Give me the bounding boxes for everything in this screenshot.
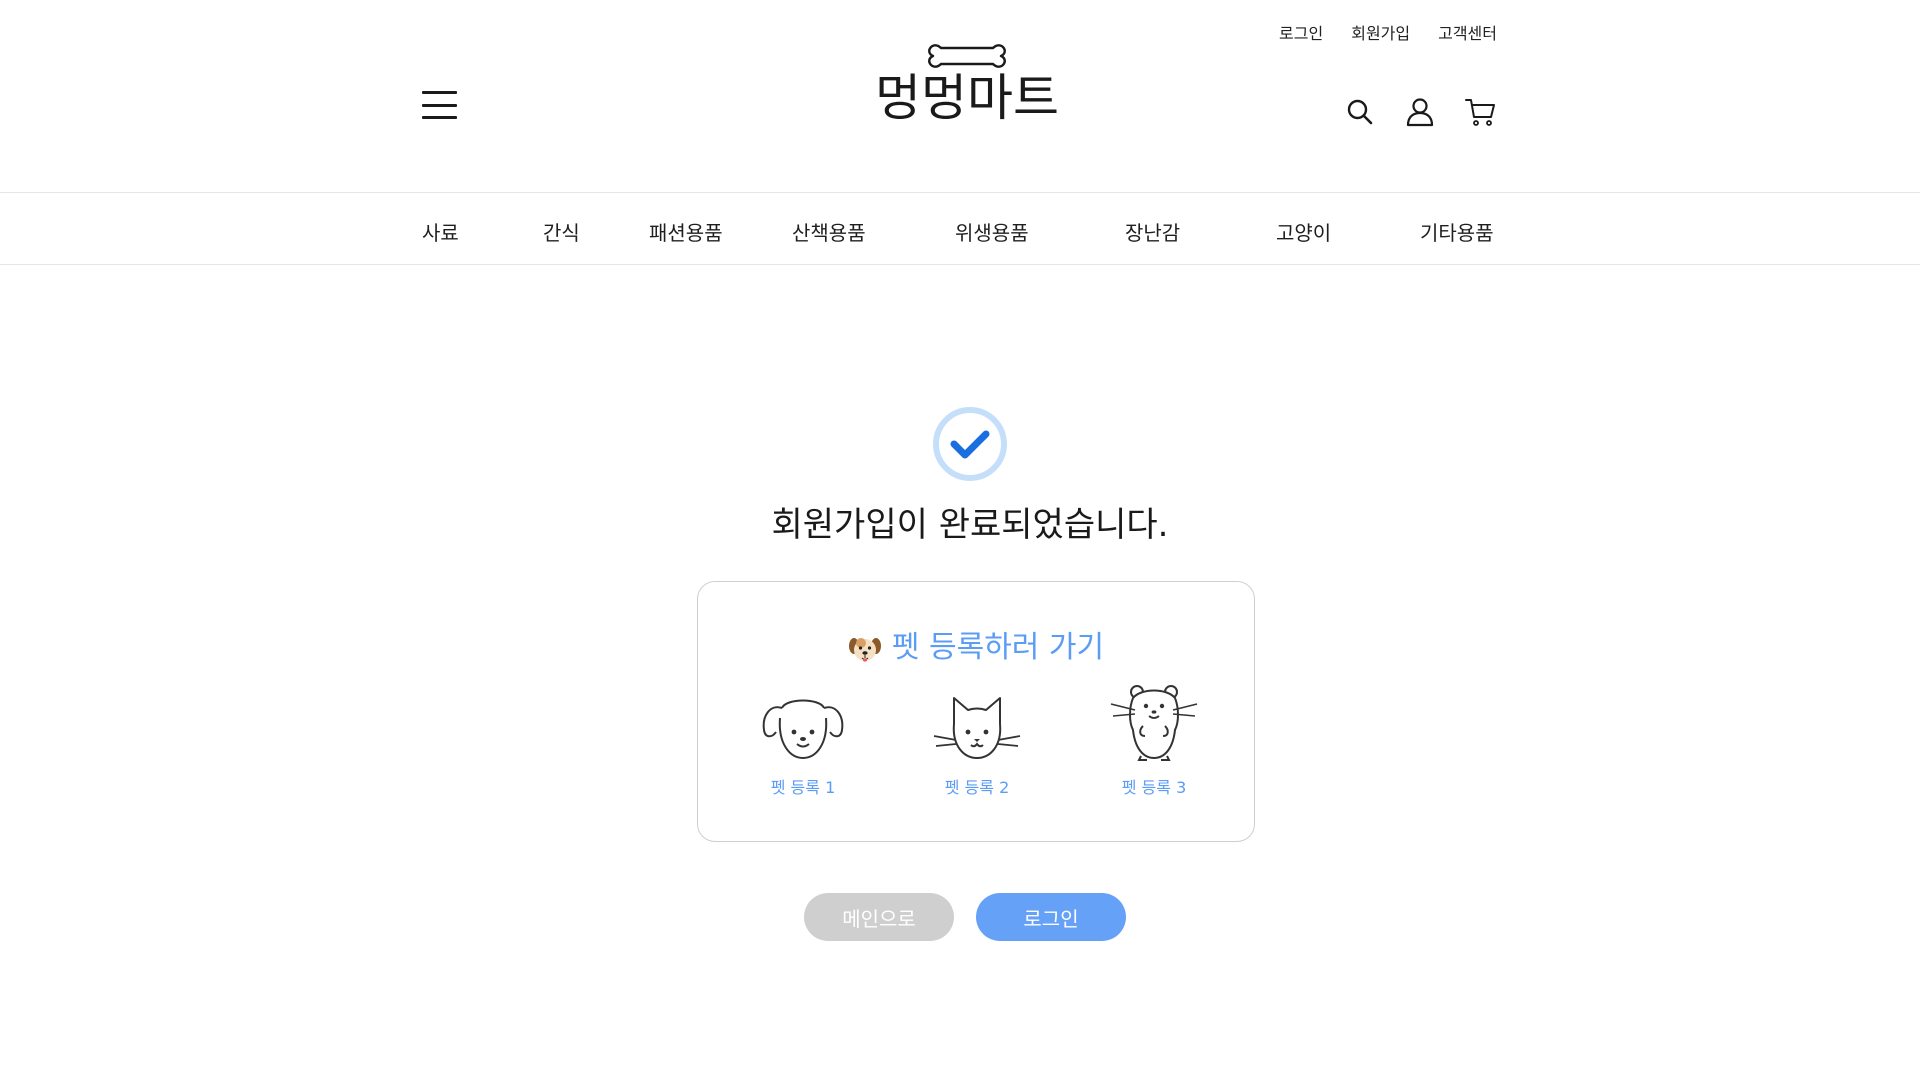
top-links: 로그인 회원가입 고객센터 bbox=[1279, 20, 1497, 44]
menu-line bbox=[422, 116, 457, 119]
check-circle-icon bbox=[933, 407, 1007, 481]
pet-card-title-text: 펫 등록하러 가기 bbox=[891, 630, 1105, 665]
category-nav: 사료 간식 패션용품 산책용품 위생용품 장난감 고양이 기타용품 bbox=[0, 192, 1920, 265]
header-icons bbox=[1344, 96, 1496, 128]
pet-register-3[interactable]: 펫 등록 3 bbox=[1099, 682, 1209, 798]
nav-item-hygiene[interactable]: 위생용품 bbox=[955, 217, 1029, 246]
cat-icon bbox=[933, 697, 1021, 760]
login-button[interactable]: 로그인 bbox=[976, 893, 1126, 941]
pet-register-3-label: 펫 등록 3 bbox=[1121, 778, 1187, 797]
user-icon[interactable] bbox=[1404, 96, 1436, 128]
bone-icon bbox=[928, 44, 1006, 68]
customer-center-link[interactable]: 고객센터 bbox=[1438, 20, 1497, 44]
signup-link[interactable]: 회원가입 bbox=[1351, 20, 1410, 44]
page: 로그인 회원가입 고객센터 멍멍마트 사료 간식 패션용품 산책용품 위생용품 … bbox=[0, 0, 1920, 1080]
menu-button[interactable] bbox=[422, 91, 457, 119]
logo-text: 멍멍마트 bbox=[875, 69, 1059, 127]
pet-register-1[interactable]: 펫 등록 1 bbox=[748, 694, 858, 798]
nav-item-food[interactable]: 사료 bbox=[422, 217, 459, 246]
nav-item-snack[interactable]: 간식 bbox=[543, 217, 580, 246]
nav-item-cat[interactable]: 고양이 bbox=[1276, 217, 1331, 246]
nav-item-fashion[interactable]: 패션용품 bbox=[649, 217, 723, 246]
pet-register-2-label: 펫 등록 2 bbox=[944, 778, 1010, 797]
dog-icon bbox=[762, 699, 844, 760]
login-link[interactable]: 로그인 bbox=[1279, 20, 1323, 44]
search-icon[interactable] bbox=[1344, 96, 1376, 128]
signup-complete-title: 회원가입이 완료되었습니다. bbox=[771, 505, 1169, 545]
pet-register-1-label: 펫 등록 1 bbox=[770, 778, 836, 797]
pet-register-2[interactable]: 펫 등록 2 bbox=[922, 694, 1032, 798]
logo[interactable]: 멍멍마트 bbox=[874, 42, 1060, 132]
go-main-button[interactable]: 메인으로 bbox=[804, 893, 954, 941]
dog-face-icon bbox=[848, 637, 881, 662]
nav-item-etc[interactable]: 기타용품 bbox=[1420, 217, 1494, 246]
pet-registration-card: 펫 등록하러 가기 펫 등록 1 펫 등록 2 펫 등록 3 bbox=[697, 581, 1255, 842]
menu-line bbox=[422, 91, 457, 94]
pet-registration-link[interactable]: 펫 등록하러 가기 bbox=[698, 622, 1254, 666]
nav-item-toy[interactable]: 장난감 bbox=[1125, 217, 1180, 246]
menu-line bbox=[422, 103, 457, 107]
cart-icon[interactable] bbox=[1464, 96, 1496, 128]
nav-item-walk[interactable]: 산책용품 bbox=[792, 217, 866, 246]
hamster-icon bbox=[1110, 685, 1198, 761]
